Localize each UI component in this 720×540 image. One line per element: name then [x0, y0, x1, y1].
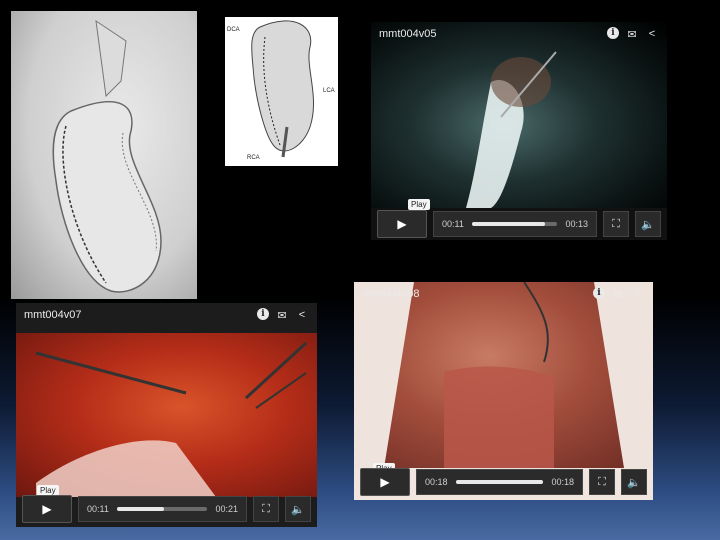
- share-icon[interactable]: <: [645, 27, 659, 41]
- video-title: mmt004v07: [24, 309, 82, 321]
- volume-button[interactable]: 🔈: [635, 211, 661, 237]
- fullscreen-icon: ⛶: [612, 217, 620, 230]
- fullscreen-icon: ⛶: [598, 475, 606, 488]
- graft-diagram: DCA LCA RCA: [225, 17, 338, 166]
- volume-icon: 🔈: [627, 476, 641, 489]
- mail-icon[interactable]: ✉: [611, 287, 625, 301]
- progress-fill: [116, 507, 164, 511]
- play-icon: ▶: [380, 475, 390, 489]
- progress-track[interactable]: [455, 480, 544, 484]
- play-icon: ▶: [397, 217, 407, 231]
- current-time: 00:18: [425, 477, 448, 487]
- play-button[interactable]: ▶: [22, 495, 72, 523]
- video-actions: i ✉ <: [593, 287, 645, 301]
- progress-track[interactable]: [116, 507, 208, 511]
- video-player-v05[interactable]: mmt004v05 i ✉ < Play ▶ 00:11 00:13 ⛶ 🔈: [371, 22, 667, 240]
- duration: 00:13: [565, 219, 588, 229]
- diagram-label-lca: LCA: [323, 88, 335, 94]
- player-controls: ▶ 00:11 00:21 ⛶ 🔈: [16, 495, 317, 523]
- video-actions: i ✉ <: [257, 308, 309, 322]
- volume-button[interactable]: 🔈: [285, 496, 311, 522]
- current-time: 00:11: [87, 504, 109, 514]
- video-frame-illustration: [35, 341, 308, 497]
- scrub-bar[interactable]: 00:11 00:21: [78, 496, 247, 522]
- diagram-label-dca: DCA: [227, 27, 240, 33]
- player-controls: ▶ 00:18 00:18 ⛶ 🔈: [354, 468, 653, 496]
- diagram-label-rca: RCA: [247, 155, 260, 161]
- video-title: mmt004v08: [362, 288, 420, 300]
- video-frame-illustration: [466, 51, 557, 208]
- current-time: 00:11: [442, 219, 464, 229]
- play-button[interactable]: ▶: [377, 210, 427, 238]
- progress-track[interactable]: [471, 222, 558, 226]
- volume-icon: 🔈: [291, 503, 305, 516]
- video-actions: i ✉ <: [607, 27, 659, 41]
- fullscreen-button[interactable]: ⛶: [603, 211, 629, 237]
- volume-icon: 🔈: [641, 218, 655, 231]
- progress-fill: [455, 480, 544, 484]
- fullscreen-icon: ⛶: [262, 502, 270, 515]
- volume-button[interactable]: 🔈: [621, 469, 647, 495]
- play-button[interactable]: ▶: [360, 468, 410, 496]
- graft-illustration: [52, 19, 162, 293]
- info-icon[interactable]: i: [257, 308, 269, 320]
- video-frame[interactable]: [371, 22, 667, 208]
- play-tooltip: Play: [408, 199, 430, 210]
- fullscreen-button[interactable]: ⛶: [589, 469, 615, 495]
- video-frame-illustration: [354, 282, 653, 468]
- info-icon[interactable]: i: [607, 27, 619, 39]
- duration: 00:18: [551, 477, 574, 487]
- info-icon[interactable]: i: [593, 287, 605, 299]
- video-title: mmt004v05: [379, 28, 437, 40]
- video-frame[interactable]: [16, 333, 317, 497]
- duration: 00:21: [215, 504, 238, 514]
- fullscreen-button[interactable]: ⛶: [253, 496, 279, 522]
- mail-icon[interactable]: ✉: [275, 308, 289, 322]
- diagram-illustration: DCA LCA RCA: [227, 20, 335, 161]
- player-controls: ▶ 00:11 00:13 ⛶ 🔈: [371, 210, 667, 238]
- scrub-bar[interactable]: 00:11 00:13: [433, 211, 597, 237]
- graft-photo: [11, 11, 197, 299]
- progress-fill: [471, 222, 545, 226]
- video-frame[interactable]: [354, 282, 653, 468]
- video-player-v07[interactable]: mmt004v07 i ✉ < Play ▶ 00:11 00:21 ⛶ 🔈: [16, 303, 317, 527]
- scrub-bar[interactable]: 00:18 00:18: [416, 469, 583, 495]
- mail-icon[interactable]: ✉: [625, 27, 639, 41]
- video-player-v08[interactable]: mmt004v08 i ✉ < Play ▶ 00:18 00:18 ⛶ 🔈: [354, 282, 653, 500]
- share-icon[interactable]: <: [295, 308, 309, 322]
- play-icon: ▶: [42, 502, 52, 516]
- share-icon[interactable]: <: [631, 287, 645, 301]
